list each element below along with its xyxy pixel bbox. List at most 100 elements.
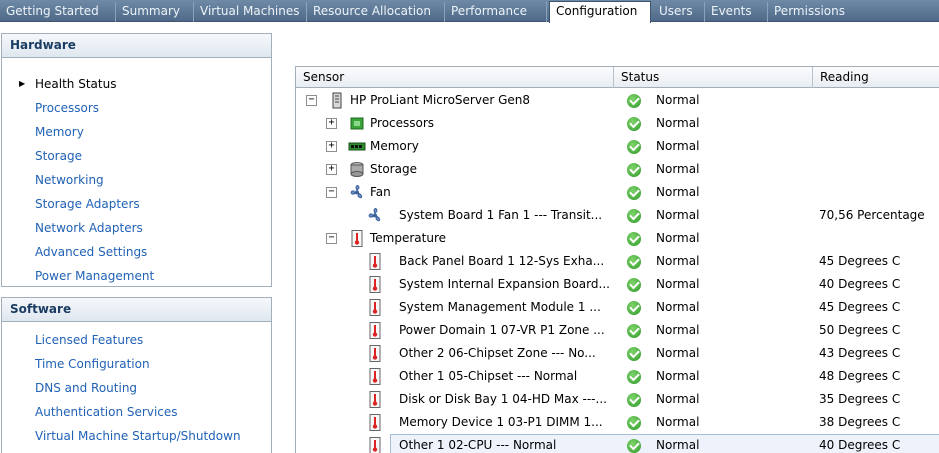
nav-processors[interactable]: Processors [35,101,99,115]
status-text: Normal [656,323,700,337]
table-row[interactable]: − Fan Normal [296,181,939,204]
table-row[interactable]: Memory Device 1 03-P1 DIMM 1... Normal 38 … [296,411,939,434]
sensor-name: System Internal Expansion Board... [399,277,610,291]
expand-icon[interactable]: + [326,164,337,175]
table-row[interactable]: Other 1 02-CPU --- Normal Normal 40 Degree… [296,434,939,453]
nav-storage-adapters[interactable]: Storage Adapters [35,197,140,211]
tab-bar: Getting Started Summary Virtual Machines… [0,0,939,23]
collapse-icon[interactable]: − [326,187,337,198]
sensor-name: Disk or Disk Bay 1 04-HD Max ---... [399,392,607,406]
reading-value: 50 Degrees C [819,323,901,337]
status-ok-icon [627,94,641,108]
tab-performance[interactable]: Performance [445,2,547,22]
software-panel: Software Licensed Features Time Configur… [1,297,272,453]
status-ok-icon [627,347,641,361]
nav-power-management[interactable]: Power Management [35,269,154,283]
table-row[interactable]: Other 2 06-Chipset Zone --- No... Normal 4… [296,342,939,365]
table-row[interactable]: Power Domain 1 07-VR P1 Zone ... Normal 50… [296,319,939,342]
status-ok-icon [627,209,641,223]
thermometer-icon [366,322,384,339]
status-text: Normal [656,300,700,314]
nav-network-adapters[interactable]: Network Adapters [35,221,143,235]
status-text: Normal [656,438,700,452]
status-ok-icon [627,370,641,384]
table-row[interactable]: − HP ProLiant MicroServer Gen8 Normal [296,89,939,112]
status-text: Normal [656,93,700,107]
server-icon [328,92,346,109]
sensor-name: Temperature [370,231,447,245]
reading-value: 40 Degrees C [819,438,901,452]
thermometer-icon [366,437,384,453]
table-row[interactable]: Other 1 05-Chipset --- Normal Normal 48 De… [296,365,939,388]
tab-permissions[interactable]: Permissions [768,2,858,22]
tab-resource-allocation[interactable]: Resource Allocation [307,2,445,22]
nav-time-configuration[interactable]: Time Configuration [35,357,150,371]
sensor-name: System Management Module 1 ... [399,300,601,314]
current-item-arrow-icon: ▶ [19,79,26,88]
reading-value: 45 Degrees C [819,254,901,268]
sensor-name: Other 1 05-Chipset --- Normal [399,369,578,383]
reading-value: 38 Degrees C [819,415,901,429]
nav-dns-and-routing[interactable]: DNS and Routing [35,381,137,395]
status-text: Normal [656,254,700,268]
column-reading[interactable]: Reading [813,67,939,88]
nav-vm-startup-shutdown[interactable]: Virtual Machine Startup/Shutdown [35,429,241,443]
nav-licensed-features[interactable]: Licensed Features [35,333,143,347]
thermometer-icon [366,345,384,362]
table-row[interactable]: System Internal Expansion Board... Normal… [296,273,939,296]
table-row[interactable]: System Board 1 Fan 1 --- Transit... Norma… [296,204,939,227]
status-ok-icon [627,439,641,453]
software-header: Software [2,298,271,322]
tab-events[interactable]: Events [705,2,768,22]
status-text: Normal [656,208,700,222]
table-row[interactable]: + Processors Normal [296,112,939,135]
column-status[interactable]: Status [614,67,813,88]
status-text: Normal [656,392,700,406]
sensor-name: Back Panel Board 1 12-Sys Exha... [399,254,605,268]
tab-summary[interactable]: Summary [116,2,194,22]
status-ok-icon [627,301,641,315]
status-ok-icon [627,140,641,154]
sensor-name: System Board 1 Fan 1 --- Transit... [399,208,603,222]
status-text: Normal [656,369,700,383]
table-row[interactable]: − Temperature Normal [296,227,939,250]
memory-icon [348,138,366,155]
sensor-name: Other 2 06-Chipset Zone --- No... [399,346,596,360]
tab-configuration[interactable]: Configuration [549,1,651,23]
status-ok-icon [627,393,641,407]
thermometer-icon [366,391,384,408]
nav-authentication-services[interactable]: Authentication Services [35,405,178,419]
status-text: Normal [656,162,700,176]
thermometer-icon [366,299,384,316]
nav-advanced-settings[interactable]: Advanced Settings [35,245,147,259]
hardware-header: Hardware [2,34,271,58]
table-row[interactable]: + Storage Normal [296,158,939,181]
nav-storage[interactable]: Storage [35,149,82,163]
tab-users[interactable]: Users [653,2,705,22]
tab-getting-started[interactable]: Getting Started [0,2,116,22]
status-text: Normal [656,116,700,130]
expand-icon[interactable]: + [326,141,337,152]
status-ok-icon [627,163,641,177]
tab-virtual-machines[interactable]: Virtual Machines [194,2,307,22]
table-row[interactable]: + Memory Normal [296,135,939,158]
column-sensor[interactable]: Sensor [296,67,614,88]
expand-icon[interactable]: + [326,118,337,129]
sensor-name: Processors [370,116,435,130]
sensor-name: Memory Device 1 03-P1 DIMM 1... [399,415,603,429]
processor-icon [348,115,366,132]
nav-health-status[interactable]: Health Status [35,77,116,91]
reading-value: 43 Degrees C [819,346,901,360]
nav-memory[interactable]: Memory [35,125,84,139]
table-row[interactable]: Back Panel Board 1 12-Sys Exha... Normal 4… [296,250,939,273]
collapse-icon[interactable]: − [326,233,337,244]
storage-icon [348,161,366,178]
status-ok-icon [627,186,641,200]
fan-icon [348,184,366,201]
collapse-icon[interactable]: − [306,95,317,106]
nav-networking[interactable]: Networking [35,173,104,187]
status-text: Normal [656,415,700,429]
table-row[interactable]: System Management Module 1 ... Normal 45 D… [296,296,939,319]
status-text: Normal [656,139,700,153]
table-row[interactable]: Disk or Disk Bay 1 04-HD Max ---... Norma… [296,388,939,411]
